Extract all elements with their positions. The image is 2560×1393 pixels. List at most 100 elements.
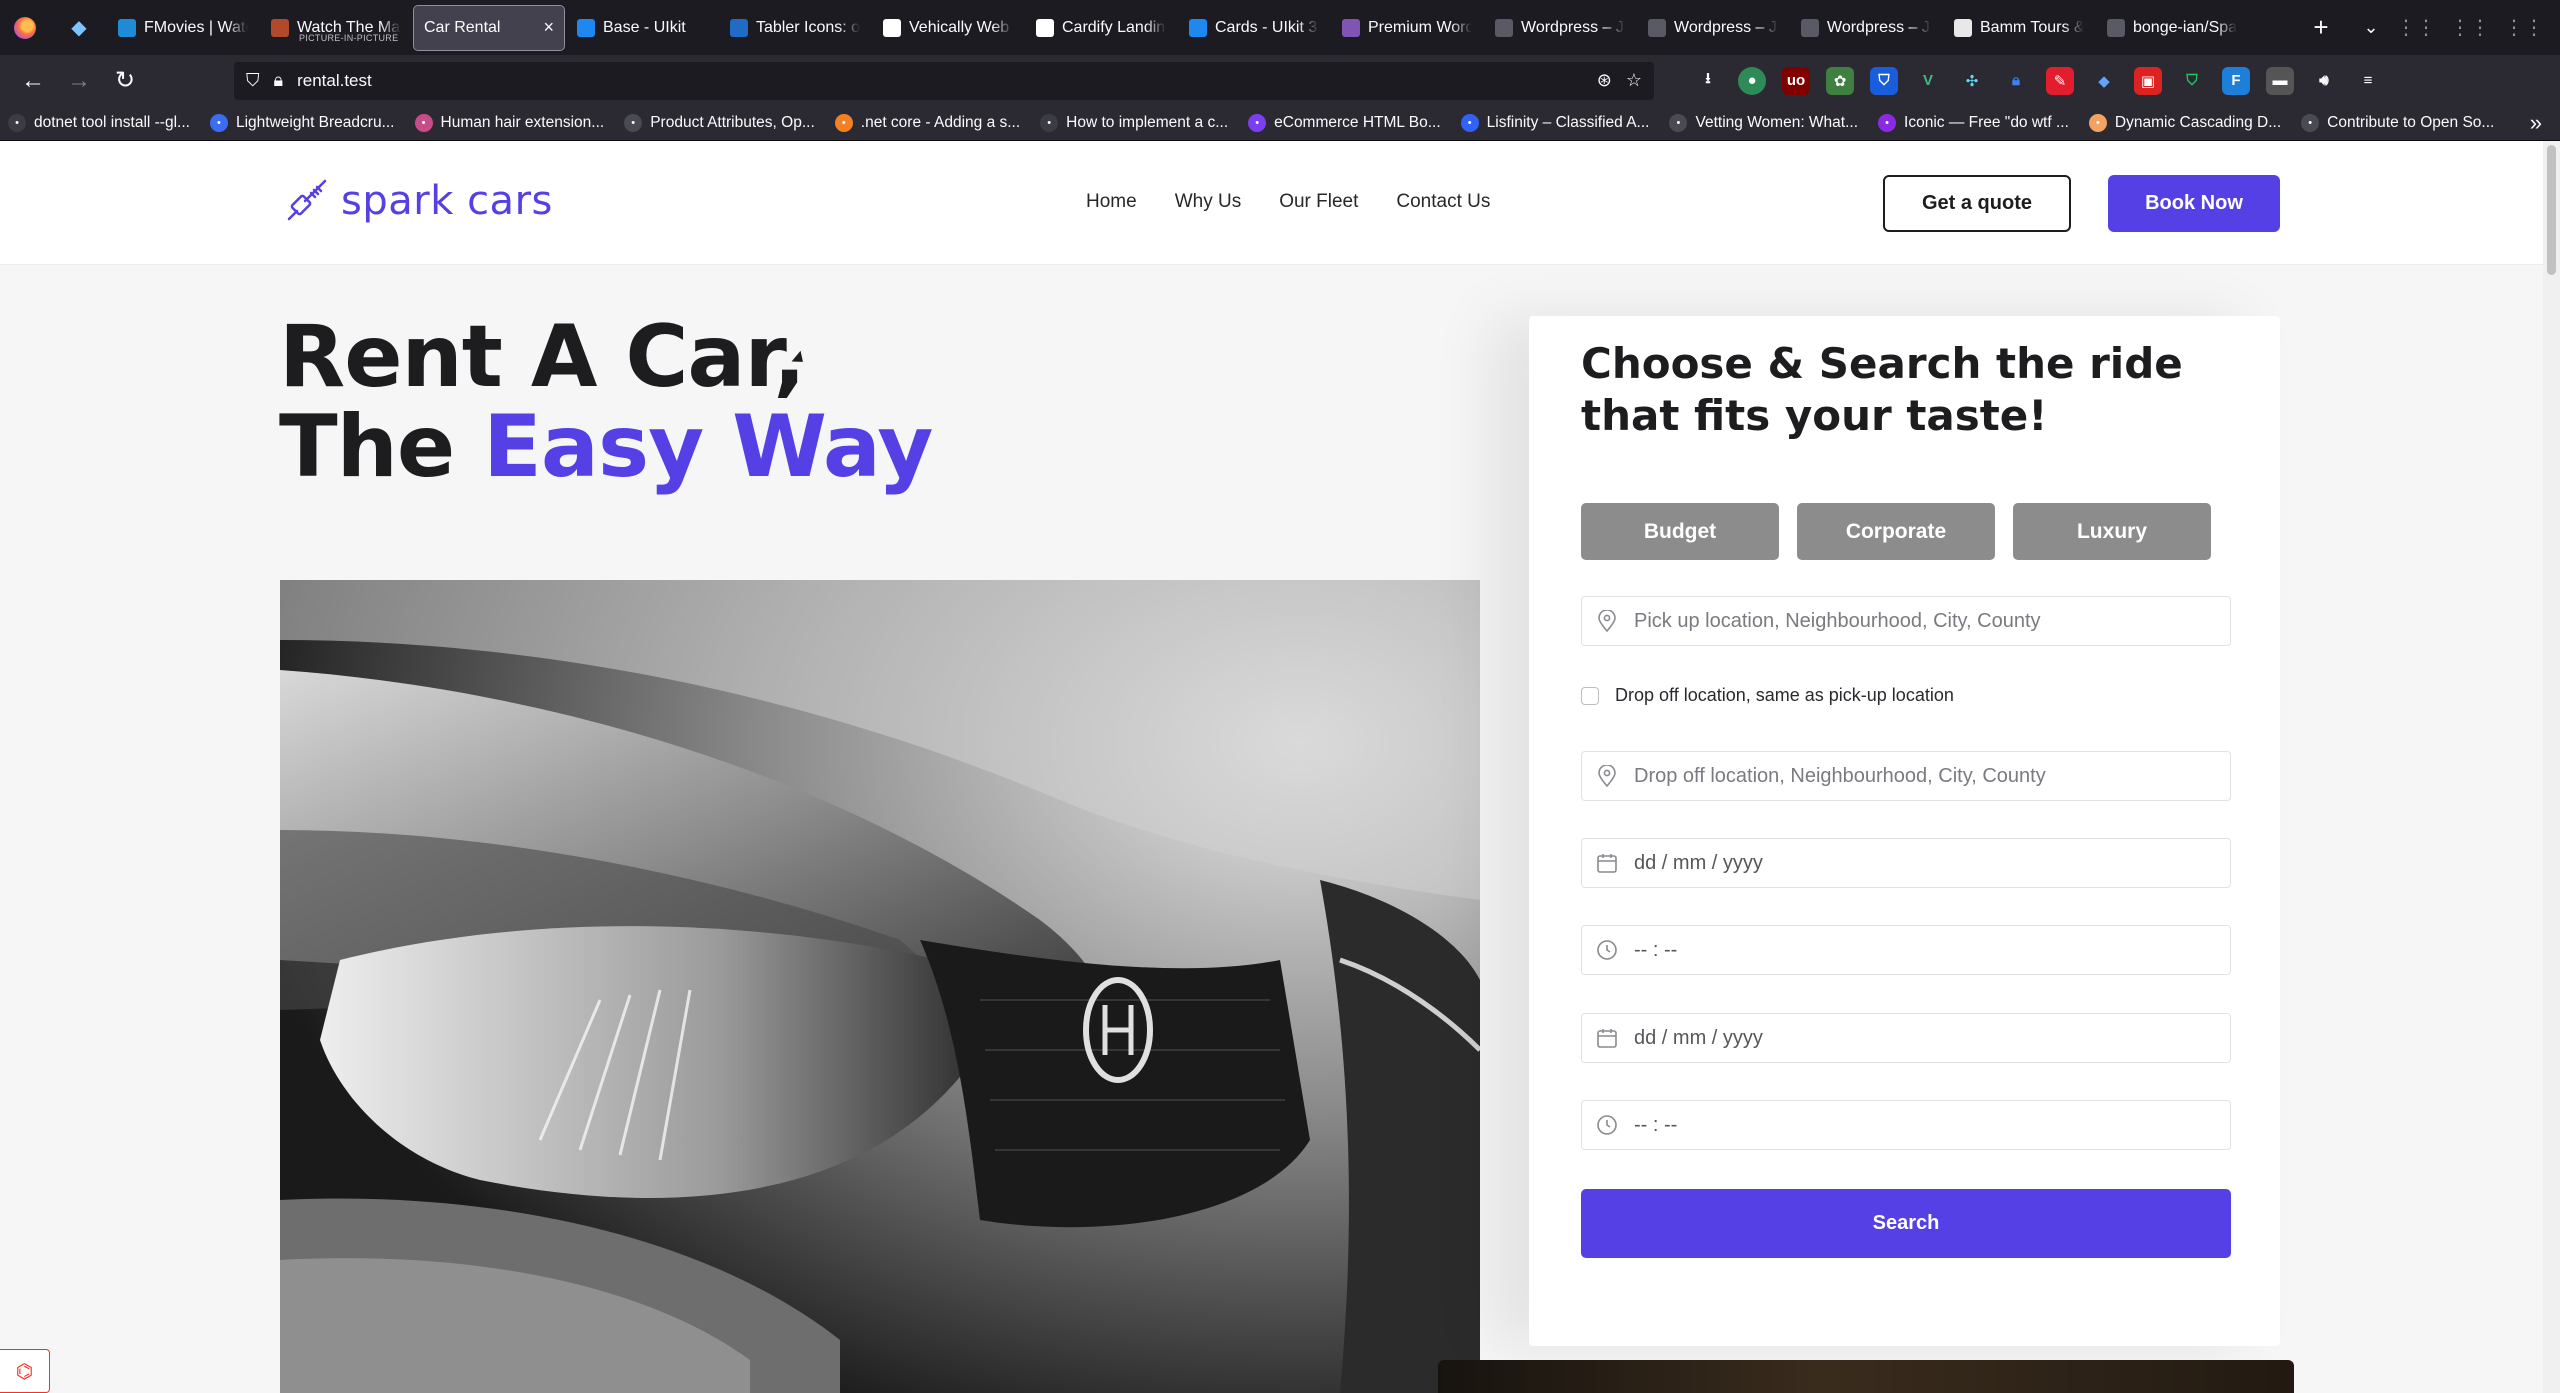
bookmark-item[interactable]: • How to implement a c...	[1040, 114, 1228, 132]
pickup-date-value[interactable]: dd / mm / yyyy	[1634, 852, 1763, 875]
bookmark-item[interactable]: • Lisfinity – Classified A...	[1460, 114, 1650, 132]
back-button[interactable]: ←	[10, 61, 56, 101]
tab[interactable]: Tabler Icons: o	[720, 6, 870, 50]
tab[interactable]: Wordpress – Ju	[1638, 6, 1788, 50]
page-scrollbar[interactable]	[2543, 141, 2560, 1393]
tab[interactable]: Bamm Tours &	[1944, 6, 2094, 50]
bookmark-item[interactable]: • Product Attributes, Op...	[624, 114, 815, 132]
category-budget-button[interactable]: Budget	[1581, 503, 1779, 560]
tab[interactable]: Watch The Ma PICTURE-IN-PICTURE	[261, 6, 411, 50]
pdf-extension-icon[interactable]: ✎	[2046, 66, 2074, 95]
bookmarks-overflow-icon[interactable]: »	[2530, 110, 2552, 136]
grid-icon[interactable]: ⋮⋮	[2450, 15, 2490, 40]
list-all-tabs-button[interactable]: ⌄	[2346, 6, 2396, 50]
url-text[interactable]: rental.test	[297, 71, 372, 91]
category-corporate-button[interactable]: Corporate	[1797, 503, 1995, 560]
wordpress-icon	[1495, 18, 1513, 37]
dropoff-time-value[interactable]: -- : --	[1634, 1114, 1677, 1137]
tab[interactable]: Wordpress – Ju	[1791, 6, 1941, 50]
bookmark-item[interactable]: • Iconic — Free "do wtf ...	[1878, 114, 2069, 132]
react-devtools-icon[interactable]: ✣	[1958, 67, 1986, 95]
pinned-tab[interactable]: ◆	[50, 8, 108, 48]
download-icon[interactable]: ⭳	[1694, 67, 1722, 95]
same-location-checkbox[interactable]	[1581, 686, 1599, 705]
font-extension-icon[interactable]: F	[2222, 66, 2250, 95]
shield-check-icon[interactable]: ⛉	[2178, 67, 2206, 95]
pickup-time-value[interactable]: -- : --	[1634, 939, 1677, 962]
bookmark-item[interactable]: • Contribute to Open So...	[2301, 114, 2494, 132]
dropoff-location-input[interactable]	[1634, 764, 2216, 788]
get-quote-button[interactable]: Get a quote	[1883, 175, 2071, 232]
bitwarden-icon[interactable]: ⛉	[1870, 66, 1898, 95]
book-now-button[interactable]: Book Now	[2108, 175, 2280, 232]
bookmark-label: How to implement a c...	[1066, 114, 1229, 131]
tab[interactable]: Cards - UIkit 3	[1179, 6, 1329, 50]
bookmark-item[interactable]: • eCommerce HTML Bo...	[1248, 114, 1441, 132]
padlock-extension-icon[interactable]: 🔒︎	[2002, 67, 2030, 95]
search-button[interactable]: Search	[1581, 1189, 2231, 1258]
window-extension-icon[interactable]: ▬	[2266, 66, 2294, 95]
grid-icon[interactable]: ⋮⋮	[2396, 15, 2436, 40]
gem-extension-icon[interactable]: ◆	[2090, 67, 2118, 95]
bookmark-item[interactable]: • Dynamic Cascading D...	[2088, 114, 2281, 132]
tab[interactable]: Vehically Web	[873, 6, 1023, 50]
tab[interactable]: Premium Word	[1332, 6, 1482, 50]
search-card-title: Choose & Search the ride that fits your …	[1581, 339, 2183, 440]
speaker-icon[interactable]: 🔊︎	[2310, 67, 2338, 95]
site-logo[interactable]: spark cars	[281, 175, 553, 227]
debugbar-icon[interactable]: ⌬	[0, 1349, 50, 1393]
extension-colorful-icon[interactable]: ✿	[1826, 66, 1854, 95]
address-bar[interactable]: ⛉ 🔒︎ rental.test ⊛ ☆	[234, 61, 1654, 100]
scrollbar-thumb[interactable]	[2547, 145, 2556, 275]
notification-extension-icon[interactable]: ▣	[2134, 66, 2162, 95]
bookmark-star-icon[interactable]: ☆	[1626, 70, 1642, 91]
nav-contact-us[interactable]: Contact Us	[1396, 191, 1490, 213]
category-filter: Budget Corporate Luxury	[1581, 503, 2211, 560]
bookmark-label: Lisfinity – Classified A...	[1486, 114, 1650, 131]
bookmark-item[interactable]: • Human hair extension...	[414, 114, 604, 132]
hamburger-menu-icon[interactable]: ≡	[2354, 67, 2382, 95]
tab[interactable]: Wordpress – Ju	[1485, 6, 1635, 50]
dropoff-date-value[interactable]: dd / mm / yyyy	[1634, 1027, 1763, 1050]
bookmark-item[interactable]: • Vetting Women: What...	[1669, 114, 1858, 132]
pickup-time-field[interactable]: -- : --	[1581, 925, 2231, 975]
tab[interactable]: Base - UIkit	[567, 6, 717, 50]
grid-icon[interactable]: ⋮⋮	[2504, 15, 2544, 40]
forward-button[interactable]: →	[56, 61, 102, 101]
nav-why-us[interactable]: Why Us	[1175, 191, 1242, 213]
tab[interactable]: FMovies | Watch	[108, 6, 258, 50]
reload-button[interactable]: ↻	[102, 61, 148, 101]
bookmark-item[interactable]: • dotnet tool install --gl...	[8, 114, 190, 132]
bookmark-item[interactable]: • .net core - Adding a s...	[834, 114, 1020, 132]
tab[interactable]: bonge-ian/Spa	[2097, 6, 2247, 50]
tab[interactable]: Cardify Landin	[1026, 6, 1176, 50]
extension-toolbar: ⭳ ● uo ✿ ⛉ V ✣ 🔒︎ ✎ ◆ ▣ ⛉ F ▬ 🔊︎ ≡	[1694, 66, 2382, 95]
firefox-menu-icon[interactable]	[0, 0, 50, 55]
extension-green-icon[interactable]: ●	[1738, 66, 1766, 95]
nav-home[interactable]: Home	[1086, 191, 1137, 213]
same-location-option[interactable]: Drop off location, same as pick-up locat…	[1581, 685, 1954, 706]
tracking-icon[interactable]: ⊛	[1597, 70, 1612, 91]
tab-title: Vehically Web	[909, 18, 1010, 36]
tab-active[interactable]: Car Rental ×	[413, 4, 565, 51]
bookmarks-bar: • dotnet tool install --gl... • Lightweight…	[0, 106, 2560, 141]
dropoff-location-field[interactable]	[1581, 751, 2231, 801]
pickup-location-input[interactable]	[1634, 609, 2216, 633]
nav-our-fleet[interactable]: Our Fleet	[1279, 191, 1358, 213]
bookmark-favicon-icon: •	[1040, 114, 1059, 132]
lock-icon[interactable]: 🔒︎	[274, 70, 284, 91]
pickup-location-field[interactable]	[1581, 596, 2231, 646]
shield-icon[interactable]: ⛉	[246, 70, 260, 91]
bookmark-favicon-icon: •	[2088, 114, 2107, 132]
vue-devtools-icon[interactable]: V	[1914, 67, 1942, 95]
bookmark-favicon-icon: •	[2301, 114, 2320, 132]
ublock-icon[interactable]: uo	[1782, 66, 1810, 95]
pickup-date-field[interactable]: dd / mm / yyyy	[1581, 838, 2231, 888]
category-luxury-button[interactable]: Luxury	[2013, 503, 2211, 560]
close-tab-icon[interactable]: ×	[543, 17, 554, 38]
dropoff-date-field[interactable]: dd / mm / yyyy	[1581, 1013, 2231, 1063]
dropoff-time-field[interactable]: -- : --	[1581, 1100, 2231, 1150]
new-tab-button[interactable]: +	[2296, 6, 2346, 50]
bookmark-item[interactable]: • Lightweight Breadcru...	[209, 114, 395, 132]
tab-title: bonge-ian/Spa	[2133, 18, 2237, 36]
